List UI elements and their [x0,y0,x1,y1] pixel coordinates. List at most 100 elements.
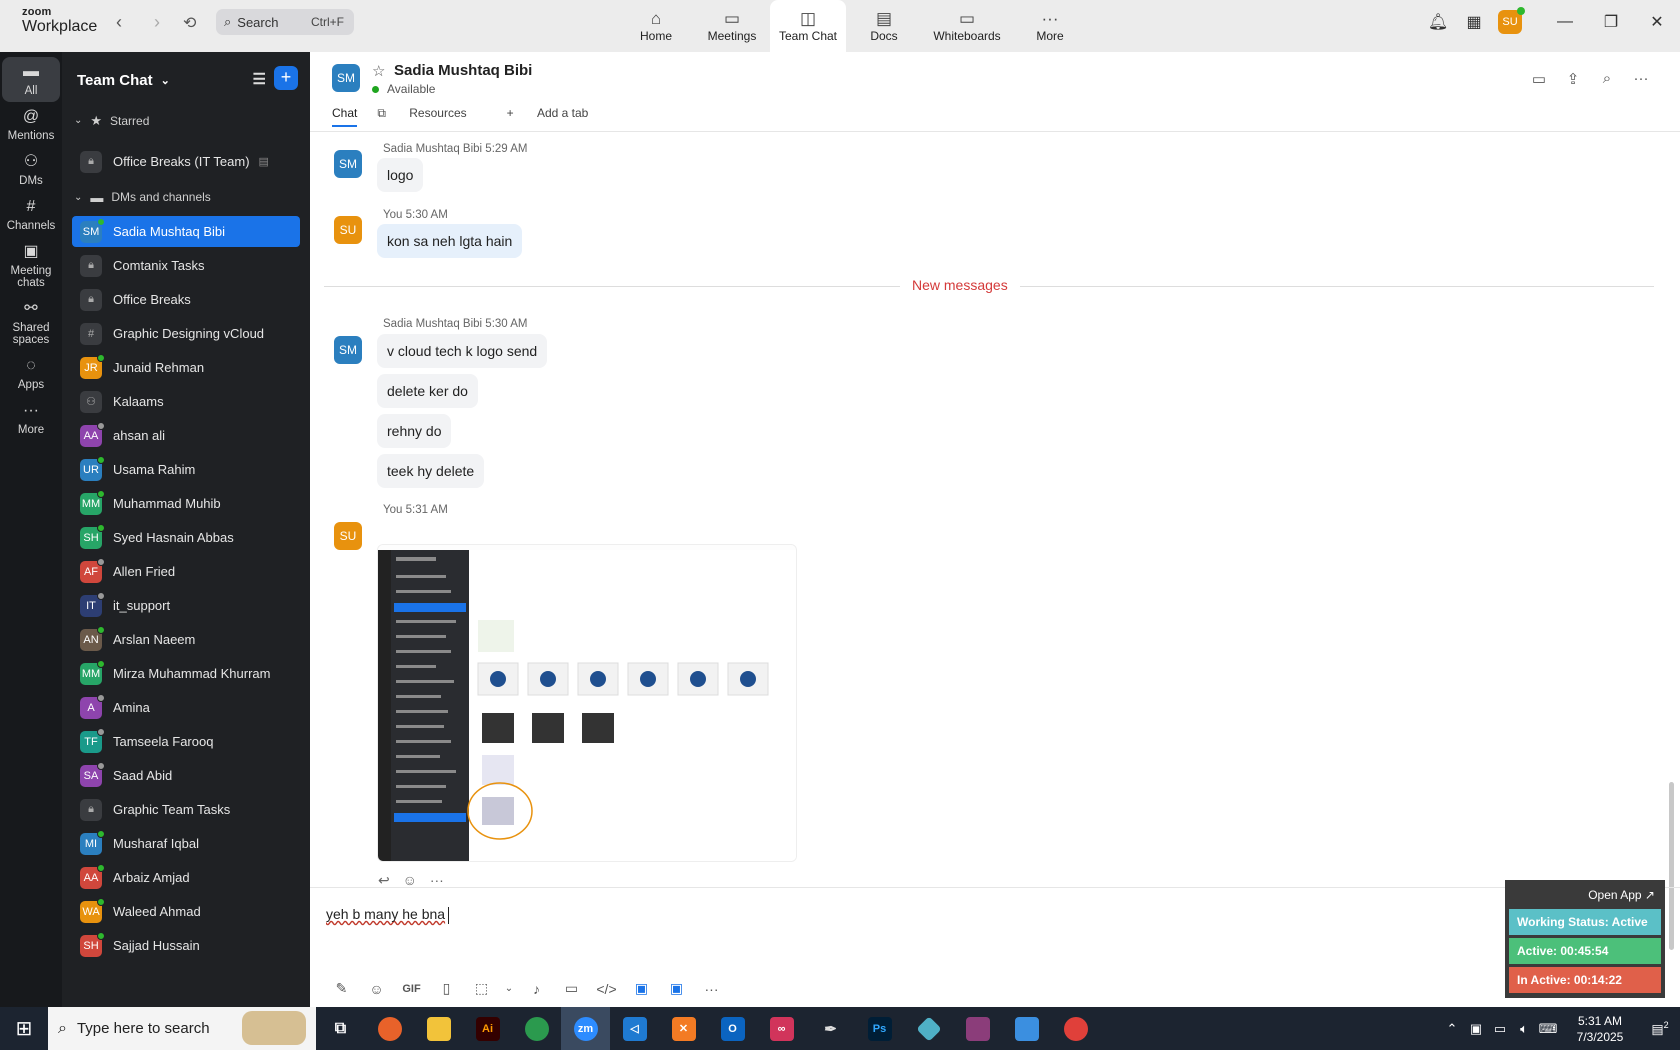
rail-item-mentions[interactable]: @ Mentions [2,102,60,147]
windows-start-icon[interactable]: ⊞ [0,1016,48,1041]
bell-icon[interactable]: 🔔︎ [1420,12,1456,32]
emoji-icon[interactable]: ☺ [359,981,394,997]
composer-input[interactable]: yeh b many he bna [326,906,450,924]
section-dms[interactable]: ⌄ ▬ DMs and channels [62,180,310,214]
sidebar-item-graphic-team-tasks[interactable]: 🔒︎ Graphic Team Tasks [72,794,300,825]
rail-item-shared-spaces[interactable]: ⚯ Shared spaces [2,294,60,351]
rail-item-apps[interactable]: ◌ Apps [2,351,60,396]
avatar[interactable]: SU [334,522,362,550]
rail-item-channels[interactable]: # Channels [2,192,60,237]
video-call-icon[interactable]: ▭ [1522,70,1556,88]
vscode-icon[interactable]: ◁ [610,1007,659,1050]
back-arrow-icon[interactable]: ‹ [116,12,122,33]
app-diamond-icon[interactable] [904,1007,953,1050]
taskbar-search[interactable]: ⌕ Type here to search [48,1007,316,1050]
more-icon[interactable]: ··· [430,872,444,888]
message-bubble[interactable]: logo [377,158,424,192]
sidebar-item-usama-rahim[interactable]: UR Usama Rahim [72,454,300,485]
sidebar-item-tamseela-farooq[interactable]: TF Tamseela Farooq [72,726,300,757]
contact-name[interactable]: Sadia Mushtaq Bibi [394,62,532,79]
snipping-tool-icon[interactable] [1051,1007,1100,1050]
illustrator-icon[interactable]: Ai [463,1007,512,1050]
message-bubble[interactable]: rehny do [377,414,452,448]
file-icon[interactable]: ▯ [429,980,464,997]
rail-item-meeting-chats[interactable]: ▣ Meeting chats [2,237,60,294]
rail-item-all[interactable]: ▬ All [2,57,60,102]
creative-cloud-icon[interactable]: ∞ [757,1007,806,1050]
keyboard-icon[interactable]: ⌨ [1536,1021,1560,1037]
sidebar-item-it-support[interactable]: IT it_support [72,590,300,621]
avatar[interactable]: SM [334,150,362,178]
maximize-icon[interactable]: ❐ [1588,12,1634,32]
chevron-down-icon[interactable]: ⌄ [499,983,519,994]
sidebar-item-graphic-designing-vcloud[interactable]: # Graphic Designing vCloud [72,318,300,349]
photoshop-icon[interactable]: Ps [855,1007,904,1050]
sidebar-item-allen-fried[interactable]: AF Allen Fried [72,556,300,587]
tab-resources[interactable]: ⧉ Resources [377,106,486,127]
minimize-icon[interactable]: — [1542,13,1588,31]
chevron-up-icon[interactable]: ⌃ [1440,1021,1464,1037]
sidebar-item-saad-abid[interactable]: SA Saad Abid [72,760,300,791]
tab-meetings[interactable]: ▭ Meetings [694,0,770,52]
open-app-button[interactable]: Open App ↗ [1509,884,1661,906]
pen-tool-icon[interactable]: ✒ [806,1007,855,1050]
tab-home[interactable]: ⌂ Home [618,0,694,52]
search-input[interactable]: ⌕ Search Ctrl+F [216,9,354,35]
microphone-icon[interactable]: ♪ [519,981,554,997]
code-icon[interactable]: </> [589,981,624,997]
sidebar-item-muhammad-muhib[interactable]: MM Muhammad Muhib [72,488,300,519]
contact-avatar[interactable]: SM [332,64,360,92]
format-icon[interactable]: ✎ [324,980,359,997]
screenshot-icon[interactable]: ⬚ [464,980,499,997]
file-explorer-icon[interactable] [414,1007,463,1050]
sidebar-item-ahsan-ali[interactable]: AA ahsan ali [72,420,300,451]
taskbar-clock[interactable]: 5:31 AM 7/3/2025 [1560,1013,1640,1045]
sidebar-item-office-breaks-it-team[interactable]: 🔒︎ Office Breaks (IT Team) ▤ [72,146,300,177]
outlook-icon[interactable]: O [708,1007,757,1050]
whiteboard-icon[interactable]: ▣ [659,980,694,997]
sidebar-title[interactable]: Team Chat [77,72,153,89]
message-composer[interactable]: yeh b many he bna ✎ ☺ GIF ▯ ⬚ ⌄ ♪ ▭ </> … [310,887,1680,1007]
emoji-react-icon[interactable]: ☺ [403,872,417,888]
chevron-down-icon[interactable]: ⌄ [161,74,170,87]
avatar[interactable]: SU [334,216,362,244]
tab-docs[interactable]: ▤ Docs [846,0,922,52]
xampp-icon[interactable]: ✕ [659,1007,708,1050]
message-bubble[interactable]: teek hy delete [377,454,485,488]
tab-more[interactable]: ··· More [1012,0,1088,52]
section-starred[interactable]: ⌄ ★ Starred [62,108,310,133]
tab-whiteboards[interactable]: ▭ Whiteboards [922,0,1012,52]
sidebar-item-syed-hasnain-abbas[interactable]: SH Syed Hasnain Abbas [72,522,300,553]
message-bubble[interactable]: v cloud tech k logo send [377,334,548,368]
filter-icon[interactable]: ☰ [253,70,266,88]
forward-arrow-icon[interactable]: › [154,12,160,33]
sidebar-item-office-breaks[interactable]: 🔒︎ Office Breaks [72,284,300,315]
photos-icon[interactable] [1002,1007,1051,1050]
tray-app-icon[interactable]: ▣ [1464,1021,1488,1037]
video-message-icon[interactable]: ▭ [554,980,589,997]
app-icon[interactable]: ▣ [624,980,659,997]
gif-icon[interactable]: GIF [394,983,429,995]
sidebar-item-mirza-muhammad-khurram[interactable]: MM Mirza Muhammad Khurram [72,658,300,689]
sidebar-item-waleed-ahmad[interactable]: WA Waleed Ahmad [72,896,300,927]
sidebar-item-amina[interactable]: A Amina [72,692,300,723]
chrome-icon[interactable] [512,1007,561,1050]
sidebar-item-arbaiz-amjad[interactable]: AA Arbaiz Amjad [72,862,300,893]
history-icon[interactable]: ⟲ [183,13,196,33]
user-avatar[interactable]: SU [1492,7,1528,34]
message-bubble[interactable]: kon sa neh lgta hain [377,224,523,258]
sidebar-item-musharaf-iqbal[interactable]: MI Musharaf Iqbal [72,828,300,859]
rail-item-dms[interactable]: ⚇ DMs [2,147,60,192]
sidebar-item-comtanix-tasks[interactable]: 🔒︎ Comtanix Tasks [72,250,300,281]
notifications-icon[interactable]: ▤2 [1640,1020,1680,1037]
calendar-icon[interactable]: ▦ [1456,12,1492,32]
sidebar-item-sajjad-hussain[interactable]: SH Sajjad Hussain [72,930,300,961]
sidebar-item-arslan-naeem[interactable]: AN Arslan Naeem [72,624,300,655]
avatar[interactable]: SM [334,336,362,364]
tab-team-chat[interactable]: ◫ Team Chat [770,0,846,52]
close-icon[interactable]: ✕ [1634,12,1680,32]
tab-chat[interactable]: Chat [332,106,358,127]
sidebar-item-junaid-rehman[interactable]: JR Junaid Rehman [72,352,300,383]
more-icon[interactable]: ··· [1624,70,1658,88]
new-chat-button[interactable]: + [274,66,298,90]
